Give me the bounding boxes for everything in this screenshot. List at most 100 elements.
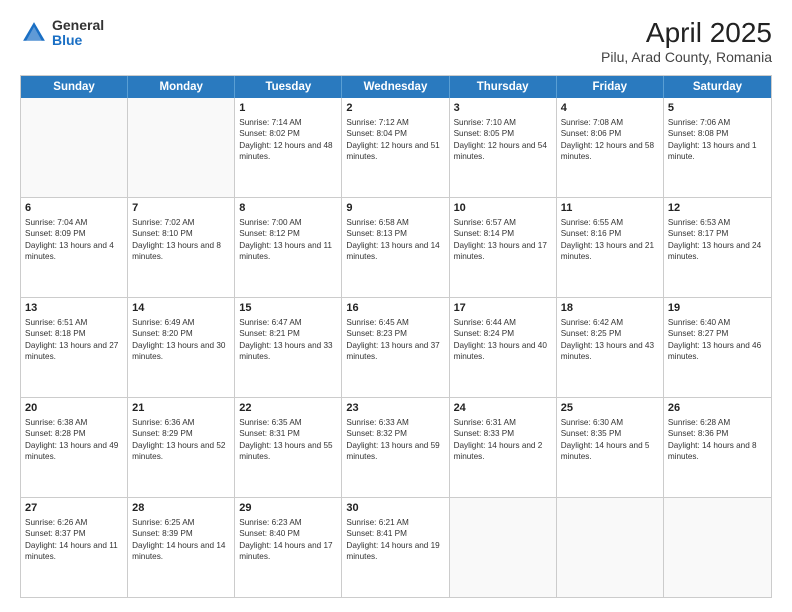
cell-info: Sunrise: 6:42 AMSunset: 8:25 PMDaylight:… bbox=[561, 317, 659, 363]
week-row-2: 6Sunrise: 7:04 AMSunset: 8:09 PMDaylight… bbox=[21, 197, 771, 297]
cal-cell: 28Sunrise: 6:25 AMSunset: 8:39 PMDayligh… bbox=[128, 498, 235, 597]
cell-info: Sunrise: 6:35 AMSunset: 8:31 PMDaylight:… bbox=[239, 417, 337, 463]
day-number: 22 bbox=[239, 401, 337, 416]
day-number: 14 bbox=[132, 301, 230, 316]
day-number: 21 bbox=[132, 401, 230, 416]
cal-cell: 30Sunrise: 6:21 AMSunset: 8:41 PMDayligh… bbox=[342, 498, 449, 597]
cell-info: Sunrise: 6:51 AMSunset: 8:18 PMDaylight:… bbox=[25, 317, 123, 363]
cal-cell: 19Sunrise: 6:40 AMSunset: 8:27 PMDayligh… bbox=[664, 298, 771, 397]
cal-cell: 26Sunrise: 6:28 AMSunset: 8:36 PMDayligh… bbox=[664, 398, 771, 497]
day-number: 4 bbox=[561, 101, 659, 116]
cell-info: Sunrise: 7:00 AMSunset: 8:12 PMDaylight:… bbox=[239, 217, 337, 263]
cal-cell: 27Sunrise: 6:26 AMSunset: 8:37 PMDayligh… bbox=[21, 498, 128, 597]
day-number: 12 bbox=[668, 201, 767, 216]
cal-cell: 12Sunrise: 6:53 AMSunset: 8:17 PMDayligh… bbox=[664, 198, 771, 297]
cal-cell: 29Sunrise: 6:23 AMSunset: 8:40 PMDayligh… bbox=[235, 498, 342, 597]
cell-info: Sunrise: 7:10 AMSunset: 8:05 PMDaylight:… bbox=[454, 117, 552, 163]
cal-cell: 18Sunrise: 6:42 AMSunset: 8:25 PMDayligh… bbox=[557, 298, 664, 397]
day-number: 13 bbox=[25, 301, 123, 316]
cell-info: Sunrise: 7:04 AMSunset: 8:09 PMDaylight:… bbox=[25, 217, 123, 263]
cal-cell bbox=[450, 498, 557, 597]
cal-cell: 2Sunrise: 7:12 AMSunset: 8:04 PMDaylight… bbox=[342, 98, 449, 197]
cal-cell: 7Sunrise: 7:02 AMSunset: 8:10 PMDaylight… bbox=[128, 198, 235, 297]
cell-info: Sunrise: 6:26 AMSunset: 8:37 PMDaylight:… bbox=[25, 517, 123, 563]
cell-info: Sunrise: 6:38 AMSunset: 8:28 PMDaylight:… bbox=[25, 417, 123, 463]
calendar-body: 1Sunrise: 7:14 AMSunset: 8:02 PMDaylight… bbox=[21, 98, 771, 597]
cell-info: Sunrise: 6:45 AMSunset: 8:23 PMDaylight:… bbox=[346, 317, 444, 363]
cal-cell: 8Sunrise: 7:00 AMSunset: 8:12 PMDaylight… bbox=[235, 198, 342, 297]
calendar-header: SundayMondayTuesdayWednesdayThursdayFrid… bbox=[21, 76, 771, 98]
day-number: 24 bbox=[454, 401, 552, 416]
cal-cell: 25Sunrise: 6:30 AMSunset: 8:35 PMDayligh… bbox=[557, 398, 664, 497]
cell-info: Sunrise: 6:47 AMSunset: 8:21 PMDaylight:… bbox=[239, 317, 337, 363]
day-of-week-wednesday: Wednesday bbox=[342, 76, 449, 98]
day-number: 3 bbox=[454, 101, 552, 116]
day-number: 7 bbox=[132, 201, 230, 216]
day-number: 18 bbox=[561, 301, 659, 316]
cal-cell: 13Sunrise: 6:51 AMSunset: 8:18 PMDayligh… bbox=[21, 298, 128, 397]
cal-cell: 20Sunrise: 6:38 AMSunset: 8:28 PMDayligh… bbox=[21, 398, 128, 497]
cell-info: Sunrise: 7:02 AMSunset: 8:10 PMDaylight:… bbox=[132, 217, 230, 263]
day-number: 8 bbox=[239, 201, 337, 216]
week-row-3: 13Sunrise: 6:51 AMSunset: 8:18 PMDayligh… bbox=[21, 297, 771, 397]
day-number: 11 bbox=[561, 201, 659, 216]
page: General Blue April 2025 Pilu, Arad Count… bbox=[0, 0, 792, 612]
day-of-week-friday: Friday bbox=[557, 76, 664, 98]
logo: General Blue bbox=[20, 18, 104, 49]
cell-info: Sunrise: 7:14 AMSunset: 8:02 PMDaylight:… bbox=[239, 117, 337, 163]
day-number: 26 bbox=[668, 401, 767, 416]
week-row-5: 27Sunrise: 6:26 AMSunset: 8:37 PMDayligh… bbox=[21, 497, 771, 597]
day-number: 2 bbox=[346, 101, 444, 116]
cell-info: Sunrise: 6:23 AMSunset: 8:40 PMDaylight:… bbox=[239, 517, 337, 563]
cal-cell: 1Sunrise: 7:14 AMSunset: 8:02 PMDaylight… bbox=[235, 98, 342, 197]
cell-info: Sunrise: 7:12 AMSunset: 8:04 PMDaylight:… bbox=[346, 117, 444, 163]
cal-cell: 24Sunrise: 6:31 AMSunset: 8:33 PMDayligh… bbox=[450, 398, 557, 497]
day-of-week-thursday: Thursday bbox=[450, 76, 557, 98]
cal-cell: 17Sunrise: 6:44 AMSunset: 8:24 PMDayligh… bbox=[450, 298, 557, 397]
calendar-title: April 2025 bbox=[601, 18, 772, 49]
day-number: 6 bbox=[25, 201, 123, 216]
day-number: 17 bbox=[454, 301, 552, 316]
week-row-4: 20Sunrise: 6:38 AMSunset: 8:28 PMDayligh… bbox=[21, 397, 771, 497]
cell-info: Sunrise: 6:55 AMSunset: 8:16 PMDaylight:… bbox=[561, 217, 659, 263]
day-number: 25 bbox=[561, 401, 659, 416]
cell-info: Sunrise: 6:31 AMSunset: 8:33 PMDaylight:… bbox=[454, 417, 552, 463]
cal-cell: 23Sunrise: 6:33 AMSunset: 8:32 PMDayligh… bbox=[342, 398, 449, 497]
cell-info: Sunrise: 6:25 AMSunset: 8:39 PMDaylight:… bbox=[132, 517, 230, 563]
day-of-week-tuesday: Tuesday bbox=[235, 76, 342, 98]
cell-info: Sunrise: 6:21 AMSunset: 8:41 PMDaylight:… bbox=[346, 517, 444, 563]
cal-cell: 21Sunrise: 6:36 AMSunset: 8:29 PMDayligh… bbox=[128, 398, 235, 497]
day-of-week-saturday: Saturday bbox=[664, 76, 771, 98]
week-row-1: 1Sunrise: 7:14 AMSunset: 8:02 PMDaylight… bbox=[21, 98, 771, 197]
day-number: 30 bbox=[346, 501, 444, 516]
cell-info: Sunrise: 6:58 AMSunset: 8:13 PMDaylight:… bbox=[346, 217, 444, 263]
cal-cell: 15Sunrise: 6:47 AMSunset: 8:21 PMDayligh… bbox=[235, 298, 342, 397]
cell-info: Sunrise: 6:36 AMSunset: 8:29 PMDaylight:… bbox=[132, 417, 230, 463]
day-number: 9 bbox=[346, 201, 444, 216]
cal-cell: 16Sunrise: 6:45 AMSunset: 8:23 PMDayligh… bbox=[342, 298, 449, 397]
logo-text: General Blue bbox=[52, 18, 104, 49]
cal-cell bbox=[557, 498, 664, 597]
day-number: 10 bbox=[454, 201, 552, 216]
cal-cell: 9Sunrise: 6:58 AMSunset: 8:13 PMDaylight… bbox=[342, 198, 449, 297]
cell-info: Sunrise: 7:06 AMSunset: 8:08 PMDaylight:… bbox=[668, 117, 767, 163]
logo-icon bbox=[20, 19, 48, 47]
day-number: 5 bbox=[668, 101, 767, 116]
cell-info: Sunrise: 6:49 AMSunset: 8:20 PMDaylight:… bbox=[132, 317, 230, 363]
cal-cell: 10Sunrise: 6:57 AMSunset: 8:14 PMDayligh… bbox=[450, 198, 557, 297]
cell-info: Sunrise: 6:33 AMSunset: 8:32 PMDaylight:… bbox=[346, 417, 444, 463]
cell-info: Sunrise: 6:28 AMSunset: 8:36 PMDaylight:… bbox=[668, 417, 767, 463]
cell-info: Sunrise: 6:40 AMSunset: 8:27 PMDaylight:… bbox=[668, 317, 767, 363]
cal-cell bbox=[128, 98, 235, 197]
day-number: 28 bbox=[132, 501, 230, 516]
header: General Blue April 2025 Pilu, Arad Count… bbox=[20, 18, 772, 65]
logo-blue-text: Blue bbox=[52, 33, 104, 48]
day-number: 23 bbox=[346, 401, 444, 416]
day-number: 27 bbox=[25, 501, 123, 516]
cal-cell: 22Sunrise: 6:35 AMSunset: 8:31 PMDayligh… bbox=[235, 398, 342, 497]
day-number: 16 bbox=[346, 301, 444, 316]
day-of-week-sunday: Sunday bbox=[21, 76, 128, 98]
cell-info: Sunrise: 6:53 AMSunset: 8:17 PMDaylight:… bbox=[668, 217, 767, 263]
calendar: SundayMondayTuesdayWednesdayThursdayFrid… bbox=[20, 75, 772, 598]
cell-info: Sunrise: 6:44 AMSunset: 8:24 PMDaylight:… bbox=[454, 317, 552, 363]
